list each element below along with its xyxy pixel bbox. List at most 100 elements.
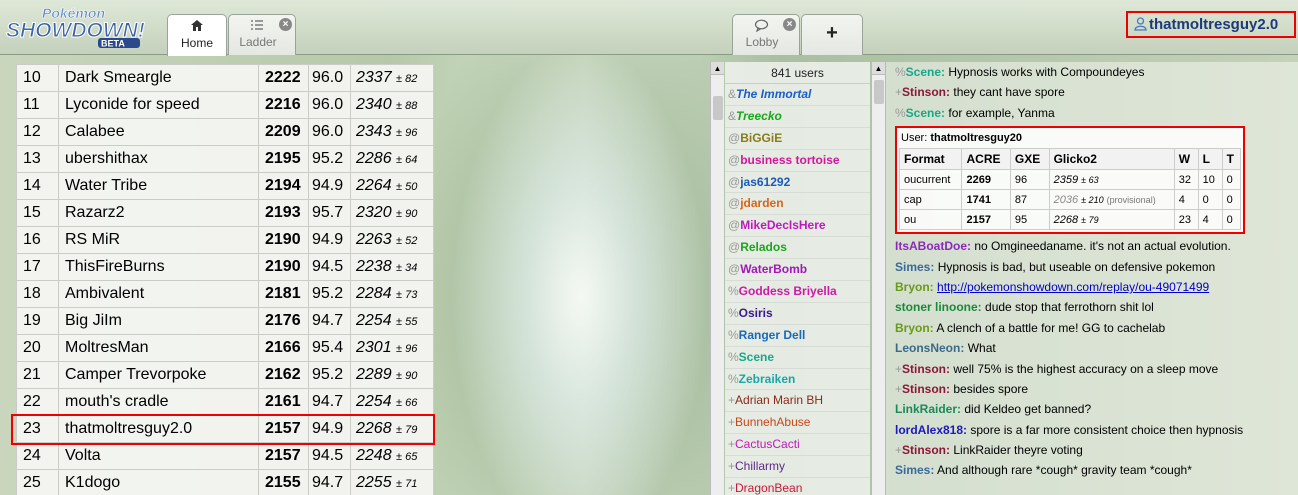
rating-glicko2: 2359 ± 63 [1048,169,1175,191]
chat-username[interactable]: Simes: [895,463,934,477]
ladder-username[interactable]: Volta [58,442,259,470]
ladder-row[interactable]: 21 Camper Trevorpoke 2162 95.2 2289 ± 90 [16,361,434,389]
user-list-item[interactable]: %Osiris [725,303,870,325]
chat-username[interactable]: Scene: [906,65,945,79]
chat-message: LeonsNeon: What [886,338,1298,358]
ladder-username[interactable]: Lyconide for speed [58,91,259,119]
ladder-table: 10 Dark Smeargle 2222 96.0 2337 ± 82 11 Lyconi… [16,64,434,495]
ladder-gxe: 94.5 [308,253,351,281]
ladder-glicko2: 2320 ± 90 [350,199,434,227]
user-list-item[interactable]: +BunnehAbuse [725,412,870,435]
ladder-username[interactable]: K1dogo [58,469,259,495]
user-list-item[interactable]: %Ranger Dell [725,325,870,347]
user-name: Treecko [736,108,782,123]
ladder-username[interactable]: MoltresMan [58,334,259,362]
ladder-row[interactable]: 13 ubershithax 2195 95.2 2286 ± 64 [16,145,434,173]
ladder-username[interactable]: mouth's cradle [58,388,259,416]
tab-lobby[interactable]: × Lobby [732,14,800,55]
chat-username[interactable]: Scene: [906,106,945,120]
chat-username[interactable]: lordAlex818: [895,423,967,437]
ladder-row[interactable]: 17 ThisFireBurns 2190 94.5 2238 ± 34 [16,253,434,281]
chat-username[interactable]: stoner linoone: [895,300,982,314]
close-ladder-icon[interactable]: × [279,18,292,31]
ladder-row[interactable]: 11 Lyconide for speed 2216 96.0 2340 ± 88 [16,91,434,119]
chat-username[interactable]: Stinson: [902,443,950,457]
ladder-username[interactable]: ubershithax [58,145,259,173]
rating-format: oucurrent [898,169,963,191]
ladder-row[interactable]: 12 Calabee 2209 96.0 2343 ± 96 [16,118,434,146]
ladder-glicko2: 2337 ± 82 [350,64,434,92]
ladder-username[interactable]: Water Tribe [58,172,259,200]
user-name: Goddess Briyella [738,284,837,299]
ladder-row[interactable]: 23 thatmoltresguy2.0 2157 94.9 2268 ± 79 [16,415,434,443]
ladder-row[interactable]: 20 MoltresMan 2166 95.4 2301 ± 96 [16,334,434,362]
replay-link[interactable]: http://pokemonshowdown.com/replay/ou-490… [937,280,1209,294]
user-list-item[interactable]: +Chillarmy [725,456,870,479]
ladder-username[interactable]: Ambivalent [58,280,259,308]
showdown-logo[interactable]: Pokémon SHOWDOWN! BETA [4,4,162,49]
user-list-item[interactable]: +Adrian Marin BH [725,390,870,413]
user-list-item[interactable]: +CactusCacti [725,434,870,457]
rating-wins: 23 [1173,209,1199,231]
new-room-button[interactable]: + [801,14,863,55]
tab-ladder[interactable]: × Ladder [228,14,296,55]
chat-username[interactable]: LeonsNeon: [895,341,964,355]
user-list-item[interactable]: +DragonBean [725,478,870,495]
chat-username[interactable]: LinkRaider: [895,402,961,416]
user-list-item[interactable]: @business tortoise [725,150,870,172]
user-list-item[interactable]: %Goddess Briyella [725,281,870,303]
ladder-username[interactable]: Big JiIm [58,307,259,335]
ladder-row[interactable]: 24 Volta 2157 94.5 2248 ± 65 [16,442,434,470]
close-lobby-icon[interactable]: × [783,18,796,31]
tab-home[interactable]: Home [167,14,227,56]
ladder-username[interactable]: Razarz2 [58,199,259,227]
user-group-symbol: + [895,361,903,376]
user-list-item[interactable]: @BiGGiE [725,128,870,150]
scrollbar-thumb[interactable] [713,96,723,120]
scroll-up-icon[interactable]: ▲ [711,62,724,75]
chat-username[interactable]: ItsABoatDoe: [895,239,971,253]
user-list-item[interactable]: &Treecko [725,106,870,128]
ladder-gxe: 94.9 [308,226,351,254]
chat-username[interactable]: Stinson: [902,382,950,396]
ladder-row[interactable]: 10 Dark Smeargle 2222 96.0 2337 ± 82 [16,64,434,92]
ladder-rank: 22 [16,388,59,416]
userlist-scrollbar[interactable]: ▲ [710,62,724,495]
ladder-username[interactable]: Dark Smeargle [58,64,259,92]
chat-username[interactable]: Stinson: [902,85,950,99]
ladder-row[interactable]: 14 Water Tribe 2194 94.9 2264 ± 50 [16,172,434,200]
ladder-row[interactable]: 22 mouth's cradle 2161 94.7 2254 ± 66 [16,388,434,416]
user-list-item[interactable]: @jdarden [725,193,870,216]
user-list-item[interactable]: %Scene [725,347,870,369]
scroll-up-icon[interactable]: ▲ [872,62,885,75]
ladder-row[interactable]: 19 Big JiIm 2176 94.7 2254 ± 55 [16,307,434,335]
user-list-item[interactable]: @WaterBomb [725,259,870,282]
scrollbar-thumb[interactable] [874,80,884,104]
ladder-username[interactable]: ThisFireBurns [58,253,259,281]
user-group-symbol: @ [728,218,741,233]
user-list-item[interactable]: @Relados [725,237,870,260]
username-button[interactable]: thatmoltresguy2.0 [1126,11,1296,38]
ladder-row[interactable]: 25 K1dogo 2155 94.7 2255 ± 71 [16,469,434,495]
user-list-item[interactable]: &The Immortal [725,84,870,106]
ladder-username[interactable]: thatmoltresguy2.0 [58,415,259,443]
ladder-username[interactable]: Calabee [58,118,259,146]
chat-username[interactable]: Bryon: [895,321,934,335]
user-list-item[interactable]: @MikeDecIsHere [725,215,870,238]
ladder-gxe: 96.0 [308,118,351,146]
chat-username[interactable]: Simes: [895,260,934,274]
home-icon [168,19,226,35]
user-list-item[interactable]: @jas61292 [725,172,870,194]
chat-scrollbar[interactable]: ▲ [871,62,885,495]
chat-username[interactable]: Bryon: [895,280,934,294]
ladder-row[interactable]: 18 Ambivalent 2181 95.2 2284 ± 73 [16,280,434,308]
ladder-row[interactable]: 16 RS MiR 2190 94.9 2263 ± 52 [16,226,434,254]
logo-beta-badge: BETA [101,39,125,49]
ladder-username[interactable]: RS MiR [58,226,259,254]
ladder-row[interactable]: 15 Razarz2 2193 95.7 2320 ± 90 [16,199,434,227]
chat-message: Bryon: A clench of a battle for me! GG t… [886,318,1298,338]
ladder-username[interactable]: Camper Trevorpoke [58,361,259,389]
ladder-rank: 19 [16,307,59,335]
user-list-item[interactable]: %Zebraiken [725,369,870,391]
chat-username[interactable]: Stinson: [902,362,950,376]
